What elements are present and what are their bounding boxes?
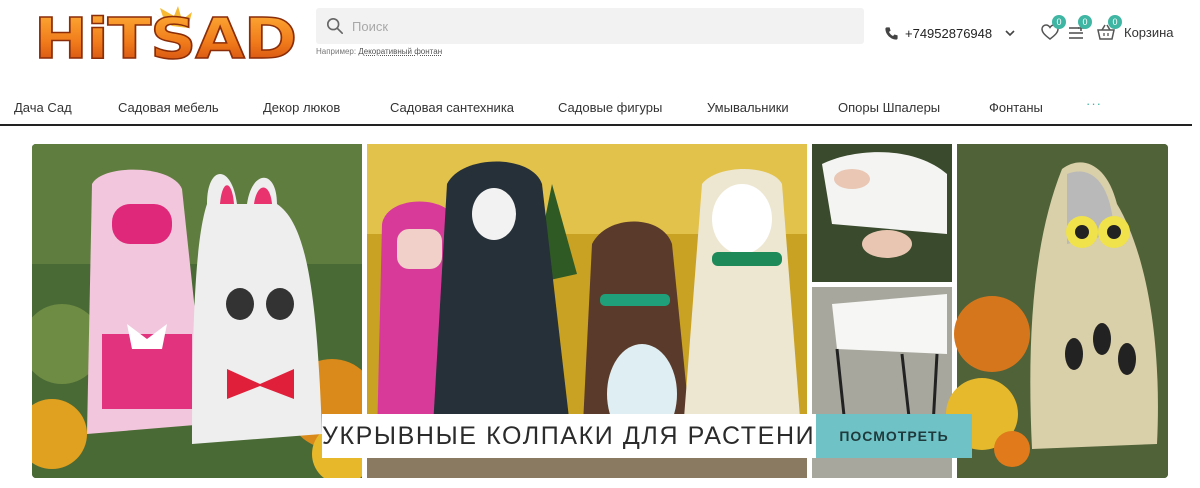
- phone-block[interactable]: +74952876948: [884, 23, 1016, 43]
- nav-item-dacha-sad[interactable]: Дача Сад: [14, 100, 72, 115]
- banner-cta: УКРЫВНЫЕ КОЛПАКИ ДЛЯ РАСТЕНИЙ ПОСМОТРЕТЬ: [322, 414, 972, 458]
- nav-more-button[interactable]: ···: [1086, 96, 1102, 111]
- phone-icon: [885, 26, 898, 40]
- site-logo[interactable]: HiTSAD: [32, 6, 300, 64]
- wishlist-count-badge: 0: [1052, 15, 1066, 29]
- cart-label[interactable]: Корзина: [1124, 25, 1174, 40]
- nav-item-hatch-decor[interactable]: Декор люков: [263, 100, 340, 115]
- compare-count-badge: 0: [1078, 15, 1092, 29]
- search-bar: [316, 8, 864, 44]
- view-button[interactable]: ПОСМОТРЕТЬ: [816, 414, 972, 458]
- search-example-prefix: Например:: [316, 47, 357, 56]
- nav-item-supports[interactable]: Опоры Шпалеры: [838, 100, 940, 115]
- chevron-down-icon[interactable]: [1004, 27, 1016, 39]
- search-icon[interactable]: [326, 17, 344, 35]
- nav-item-washbasins[interactable]: Умывальники: [707, 100, 789, 115]
- search-example: Например: Декоративный фонтан: [316, 47, 442, 56]
- compare-button[interactable]: 0: [1066, 15, 1092, 42]
- nav-item-fountains[interactable]: Фонтаны: [989, 100, 1043, 115]
- search-example-link[interactable]: Декоративный фонтан: [358, 47, 442, 56]
- logo-graphic: HiTSAD: [33, 6, 298, 64]
- nav-item-garden-furniture[interactable]: Садовая мебель: [118, 100, 219, 115]
- nav-item-garden-plumbing[interactable]: Садовая сантехника: [390, 100, 514, 115]
- svg-text:HiTSAD: HiTSAD: [34, 7, 296, 64]
- search-input[interactable]: [352, 8, 852, 44]
- nav-item-garden-figures[interactable]: Садовые фигуры: [558, 100, 662, 115]
- cart-count-badge: 0: [1108, 15, 1122, 29]
- cart-button[interactable]: 0: [1096, 15, 1122, 42]
- promo-banner[interactable]: УКРЫВНЫЕ КОЛПАКИ ДЛЯ РАСТЕНИЙ ПОСМОТРЕТЬ: [32, 144, 1168, 478]
- banner-title: УКРЫВНЫЕ КОЛПАКИ ДЛЯ РАСТЕНИЙ: [322, 414, 833, 458]
- wishlist-button[interactable]: 0: [1040, 15, 1066, 42]
- phone-number[interactable]: +74952876948: [905, 26, 992, 41]
- main-nav: Дача Сад Садовая мебель Декор люков Садо…: [0, 92, 1192, 126]
